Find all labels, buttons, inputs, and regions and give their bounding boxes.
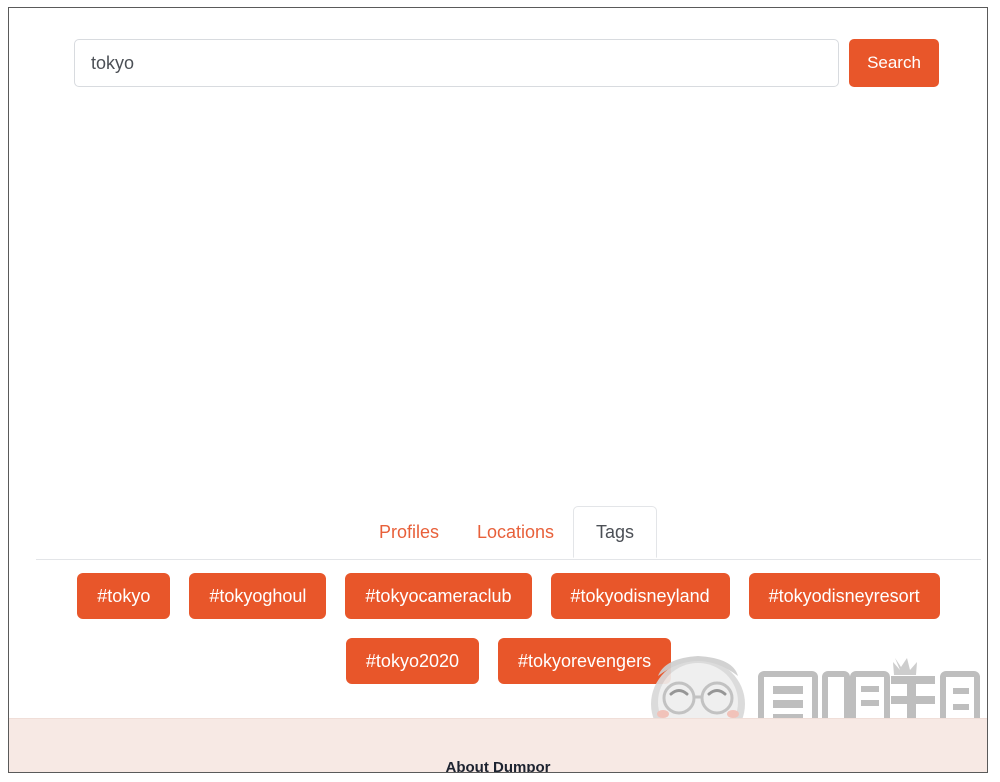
about-dumpor-link[interactable]: About Dumpor	[9, 759, 987, 772]
search-results-area	[36, 108, 981, 503]
search-bar: Search	[74, 39, 941, 89]
tag-row: #tokyo2020 #tokyorevengers	[36, 638, 981, 684]
tag-pill[interactable]: #tokyocameraclub	[345, 573, 532, 619]
tag-pill[interactable]: #tokyodisneyland	[550, 573, 730, 619]
tab-tags[interactable]: Tags	[573, 506, 658, 558]
tab-locations[interactable]: Locations	[458, 506, 573, 558]
tag-pill[interactable]: #tokyorevengers	[498, 638, 672, 684]
tab-list: Profiles Locations Tags	[36, 506, 981, 560]
tag-pill[interactable]: #tokyo2020	[345, 638, 479, 684]
tag-pill[interactable]: #tokyodisneyresort	[748, 573, 940, 619]
results-tabs: Profiles Locations Tags	[36, 506, 981, 560]
page-frame: Search Profiles Locations Tags #tokyo #t…	[8, 7, 988, 773]
search-input[interactable]	[74, 39, 839, 87]
tag-pill[interactable]: #tokyo	[77, 573, 171, 619]
tag-row: #tokyo #tokyoghoul #tokyocameraclub #tok…	[36, 573, 981, 619]
tag-results-panel: #tokyo #tokyoghoul #tokyocameraclub #tok…	[36, 573, 981, 703]
site-footer: About Dumpor	[9, 718, 987, 772]
tab-profiles[interactable]: Profiles	[360, 506, 458, 558]
tag-pill[interactable]: #tokyoghoul	[189, 573, 327, 619]
search-button[interactable]: Search	[849, 39, 939, 87]
